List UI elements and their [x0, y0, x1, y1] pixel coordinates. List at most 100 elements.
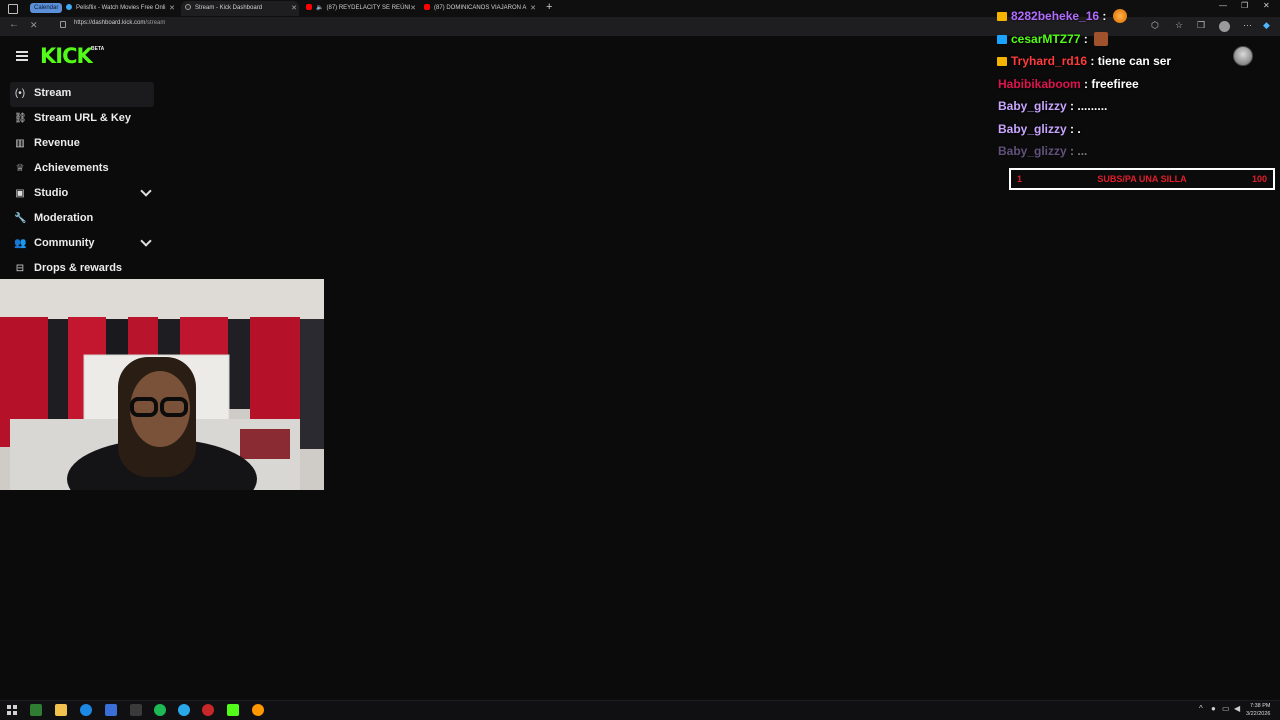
clock-time: 7:38 PM — [1249, 703, 1271, 709]
mic-icon[interactable]: ● — [1211, 704, 1216, 713]
tab-group-label[interactable]: Calendar — [30, 3, 63, 13]
stop-loading-icon[interactable]: ✕ — [30, 20, 38, 31]
app-icon[interactable] — [30, 704, 42, 716]
chat-text: : tiene can ser — [1090, 54, 1172, 68]
store-icon[interactable] — [105, 704, 117, 716]
chat-text: : — [1102, 9, 1107, 23]
pen-icon[interactable] — [130, 704, 142, 716]
site-info-icon[interactable] — [60, 21, 66, 28]
chat-username: 8282beheke_16 — [1011, 9, 1100, 23]
chat-overlay: 8282beheke_16 : cesarMTZ77 : Tryhard_rd1… — [994, 8, 1274, 166]
sidebar-item-label: Studio — [34, 187, 69, 199]
webcam-feed — [0, 279, 324, 490]
chevron-down-icon[interactable] — [140, 235, 152, 247]
url-path: /stream — [145, 20, 166, 26]
gift-icon: ⊟ — [15, 263, 25, 274]
sidebar-item-moderation[interactable]: 🔧 Moderation — [10, 207, 154, 232]
clock-date: 3/22/2026 — [1246, 711, 1271, 717]
chat-text: : ......... — [1070, 99, 1108, 113]
chrome-icon[interactable] — [252, 704, 264, 716]
chat-username: Baby_glizzy — [998, 121, 1067, 136]
network-icon[interactable]: ▭ — [1222, 704, 1230, 713]
chat-message: Tryhard_rd16 : tiene can ser — [994, 53, 1274, 76]
tab-title: Pelisflix - Watch Movies Free Onli — [76, 5, 166, 11]
url-field[interactable]: https://dashboard.kick.com/stream — [74, 20, 165, 26]
sidebar-item-label: Moderation — [34, 212, 94, 224]
kick-app-icon[interactable] — [227, 704, 239, 716]
sub-goal-target: 100 — [1251, 174, 1267, 184]
window-menu-icon[interactable] — [8, 4, 18, 14]
chat-message: Habibikaboom : freefiree — [994, 76, 1274, 99]
sidebar-item-achievements[interactable]: ♕ Achievements — [10, 157, 154, 182]
kick-logo[interactable]: KICK — [40, 44, 93, 68]
close-tab-icon[interactable]: ✕ — [169, 1, 175, 16]
windows-start-icon[interactable] — [7, 705, 17, 715]
chat-username: Baby_glizzy — [998, 144, 1067, 158]
chat-message: Baby_glizzy : ... — [994, 143, 1274, 166]
dashboard-sidebar: (•) Stream ⛓ Stream URL & Key ▥ Revenue … — [0, 82, 160, 282]
tab-title: (87) DOMINICANOS VIAJARON A — [434, 5, 527, 11]
subscriber-badge-icon — [997, 12, 1007, 21]
speaker-icon[interactable]: 🔈 — [316, 5, 323, 11]
obs-icon[interactable] — [202, 704, 214, 716]
trophy-icon: ♕ — [15, 163, 25, 174]
sub-goal-label: SUBS/PA UNA SILLA — [1097, 174, 1187, 184]
sidebar-item-label: Stream — [34, 87, 72, 99]
subscriber-badge-icon — [997, 57, 1007, 66]
chat-text: : ... — [1070, 144, 1088, 158]
sidebar-item-label: Community — [34, 237, 95, 249]
pelisflix-favicon-icon — [66, 4, 72, 11]
tab-title: (87) REYDELACITY SE REÚNI — [326, 5, 411, 11]
studio-icon: ▣ — [15, 188, 25, 199]
chat-message: cesarMTZ77 : — [994, 31, 1274, 54]
windows-taskbar: ^ ● ▭ ◀ 7:38 PM 3/22/2026 — [0, 700, 1280, 720]
hamburger-menu-icon[interactable] — [16, 51, 28, 61]
sidebar-item-label: Drops & rewards — [34, 262, 123, 274]
new-tab-icon[interactable]: + — [546, 1, 552, 13]
sidebar-item-studio[interactable]: ▣ Studio — [10, 182, 154, 207]
verified-badge-icon — [997, 34, 1007, 44]
emote-icon — [1112, 9, 1127, 23]
chat-message: Baby_glizzy : ......... — [994, 98, 1274, 121]
chat-username: Baby_glizzy — [998, 99, 1067, 113]
link-icon: ⛓ — [14, 113, 27, 124]
chat-username: Tryhard_rd16 — [1011, 54, 1088, 68]
chat-text: : . — [1070, 121, 1081, 136]
close-tab-icon[interactable]: ✕ — [291, 1, 297, 16]
sidebar-item-community[interactable]: 👥 Community — [10, 232, 154, 257]
sidebar-item-stream[interactable]: (•) Stream — [10, 82, 154, 107]
community-icon: 👥 — [14, 238, 27, 249]
sidebar-item-label: Revenue — [34, 137, 80, 149]
close-tab-icon[interactable]: ✕ — [530, 1, 536, 16]
tab-reydelacity[interactable]: 🔈 (87) REYDELACITY SE REÚNI ✕ — [302, 1, 418, 16]
edge-browser-icon[interactable] — [80, 704, 92, 716]
sidebar-item-label: Stream URL & Key — [34, 112, 131, 124]
spotify-icon[interactable] — [154, 704, 166, 716]
sidebar-item-revenue[interactable]: ▥ Revenue — [10, 132, 154, 157]
emote-icon — [1094, 31, 1109, 46]
chevron-up-icon[interactable]: ^ — [1199, 704, 1203, 713]
sidebar-item-stream-url-key[interactable]: ⛓ Stream URL & Key — [10, 107, 154, 132]
chat-text: : freefiree — [1084, 76, 1139, 91]
youtube-favicon-icon — [424, 4, 430, 11]
beta-badge: BETA — [91, 46, 105, 52]
youtube-favicon-icon — [306, 4, 312, 11]
loading-spinner-icon — [185, 4, 191, 11]
chevron-down-icon[interactable] — [140, 185, 152, 197]
close-tab-icon[interactable]: ✕ — [410, 1, 416, 16]
volume-icon[interactable]: ◀ — [1234, 704, 1240, 713]
chat-username: Habibikaboom — [998, 76, 1081, 91]
webcam-image — [0, 279, 324, 490]
tab-kick-dashboard[interactable]: Stream - Kick Dashboard ✕ — [181, 1, 299, 16]
file-explorer-icon[interactable] — [55, 704, 67, 716]
chat-username: cesarMTZ77 — [1011, 31, 1081, 46]
tab-dominicanos[interactable]: (87) DOMINICANOS VIAJARON A ✕ — [420, 1, 538, 16]
url-host: https://dashboard.kick.com — [74, 20, 146, 26]
stream-icon: (•) — [14, 88, 26, 99]
chat-text: : — [1083, 31, 1088, 46]
sidebar-item-label: Achievements — [34, 162, 109, 174]
back-icon[interactable]: ← — [9, 19, 19, 30]
taskbar-clock[interactable]: 7:38 PM 3/22/2026 — [1246, 702, 1270, 718]
telegram-icon[interactable] — [178, 704, 190, 716]
tab-pelisflix[interactable]: Pelisflix - Watch Movies Free Onli ✕ — [62, 1, 177, 16]
